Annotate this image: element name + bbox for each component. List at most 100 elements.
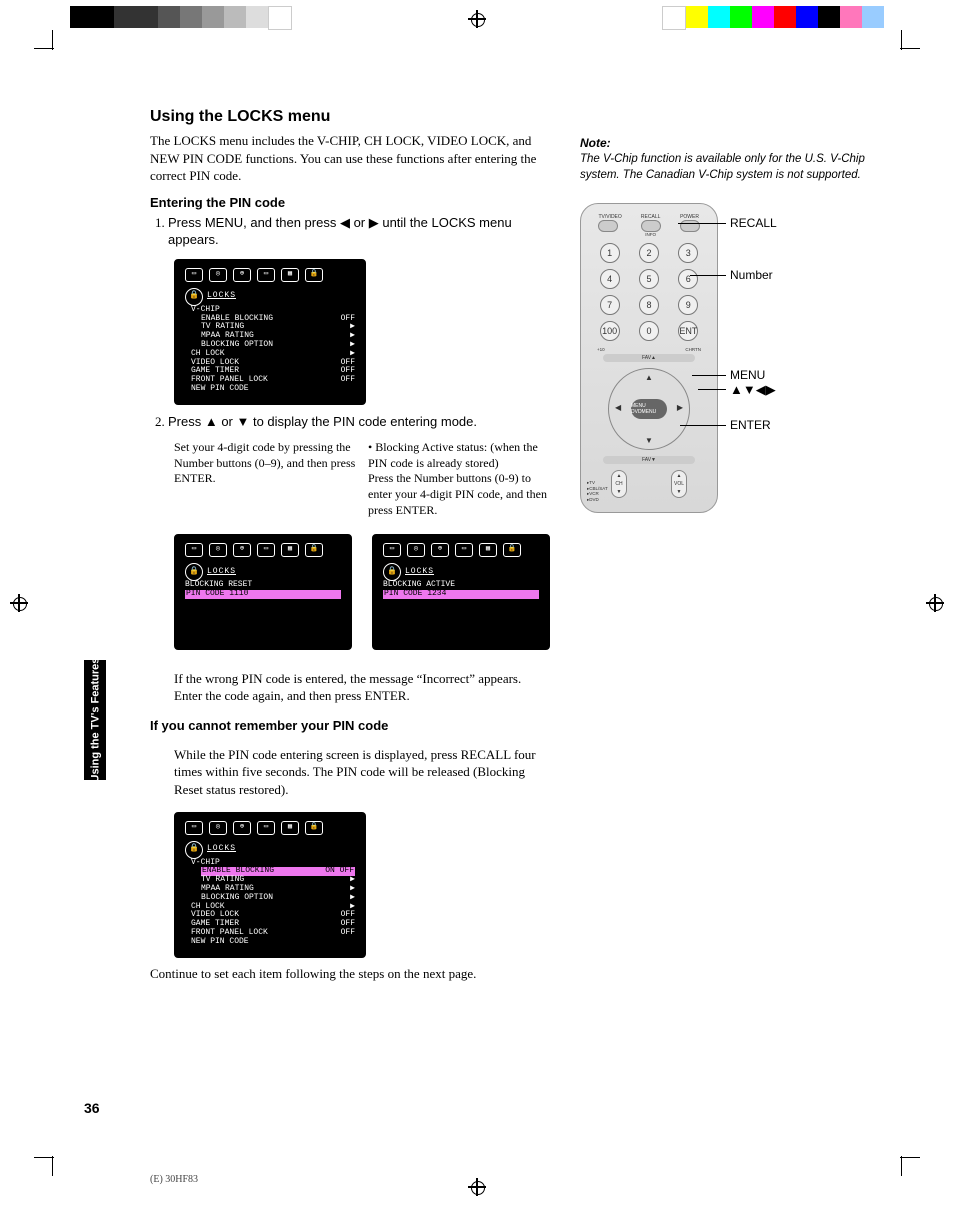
number-button-4: 4 (600, 269, 620, 289)
lock-icon: 🔒 (185, 288, 203, 306)
section-title: Using the LOCKS menu (150, 108, 550, 126)
ch-rocker: ▲CH▼ (611, 470, 627, 498)
number-button-100: 100 (600, 321, 620, 341)
callout-number: Number (730, 268, 773, 282)
osd-blocking-active: ▭◎⊕▭▦🔒 🔒 LOCKS BLOCKING ACTIVE PIN CODE … (372, 534, 550, 650)
left-arrow-icon: ◀ (615, 403, 621, 412)
osd-blocking-reset: ▭◎⊕▭▦🔒 🔒 LOCKS BLOCKING RESET PIN CODE 1… (174, 534, 352, 650)
continue-text: Continue to set each item following the … (150, 966, 550, 982)
step-1: Press MENU, and then press ◀ or ▶ until … (168, 214, 550, 249)
osd-icon: ▭ (257, 268, 275, 282)
osd-screen-locks-menu: ▭ ◎ ⊕ ▭ ▦ 🔒 🔒 LOCKS V-CHIPENABLE BLOCKIN… (174, 259, 366, 405)
osd-icon: ◎ (209, 268, 227, 282)
right-arrow-icon: ▶ (677, 403, 683, 412)
manual-page: Using the TV's Features 36 (E) 30HF83 Us… (0, 0, 954, 1206)
up-arrow-icon: ▲ (645, 373, 653, 382)
lock-icon: 🔒 (305, 268, 323, 282)
subhead-forgot-pin: If you cannot remember your PIN code (150, 718, 550, 733)
registration-mark-top (468, 10, 486, 28)
chapter-tab: Using the TV's Features (84, 660, 106, 780)
crop-mark (52, 1156, 53, 1176)
page-number: 36 (84, 1100, 100, 1116)
page-content: Using the LOCKS menu The LOCKS menu incl… (150, 108, 870, 995)
step-2: Press ▲ or ▼ to display the PIN code ent… (168, 413, 550, 431)
crop-mark (34, 48, 54, 49)
lock-icon: 🔒 (383, 563, 401, 581)
crop-mark (900, 1157, 920, 1158)
left-column: Using the LOCKS menu The LOCKS menu incl… (150, 108, 550, 995)
lock-icon: 🔒 (185, 563, 203, 581)
number-button-0: 0 (639, 321, 659, 341)
colorbar-color (662, 6, 884, 30)
right-column: Note: The V-Chip function is available o… (580, 108, 870, 513)
forgot-pin-body: While the PIN code entering screen is di… (174, 746, 550, 799)
callout-line (698, 389, 726, 390)
wrong-pin-text: If the wrong PIN code is entered, the me… (174, 670, 550, 705)
recall-button (641, 220, 661, 232)
number-pad: 123 456 789 100 0 ENT (593, 243, 705, 341)
power-button (680, 220, 700, 232)
number-button-ENT: ENT (678, 321, 698, 341)
number-button-2: 2 (639, 243, 659, 263)
vol-rocker: ▲VOL▼ (671, 470, 687, 498)
mode-labels: ▸TV ▸CBL/SAT ▸VCR ▸DVD (587, 480, 608, 502)
crop-mark (52, 30, 53, 50)
down-arrow-icon: ▼ (645, 436, 653, 445)
osd-title: LOCKS (207, 292, 236, 301)
remote-label-plus10: +10 (597, 347, 605, 352)
number-button-3: 3 (678, 243, 698, 263)
registration-mark-bottom (468, 1178, 486, 1196)
dpad: ▲ ▼ ◀ ▶ MENU DVDMENU (608, 368, 690, 450)
step2-substeps: Set your 4-digit code by pressing the Nu… (174, 440, 550, 518)
callout-line (680, 425, 726, 426)
colorbar-grayscale (70, 6, 292, 30)
number-button-1: 1 (600, 243, 620, 263)
remote-label-recall: RECALL (641, 214, 660, 220)
osd-pin-line: PIN CODE 1234 (383, 590, 539, 599)
number-button-8: 8 (639, 295, 659, 315)
chapter-tab-label: Using the TV's Features (89, 658, 101, 783)
osd-menu-lines: V-CHIPENABLE BLOCKINGOFFTV RATING▶MPAA R… (185, 306, 355, 394)
footer-model-code: (E) 30HF83 (150, 1174, 198, 1185)
callout-arrows: ▲▼◀▶ (730, 382, 776, 398)
registration-mark-right (926, 594, 944, 612)
osd-tab-icons: ▭ ◎ ⊕ ▭ ▦ 🔒 (185, 268, 355, 282)
fav-down-button: FAV▼ (603, 456, 695, 464)
set-code-text: Set your 4-digit code by pressing the Nu… (174, 440, 356, 518)
osd-pin-line: PIN CODE 1110 (185, 590, 341, 599)
callout-line (690, 275, 726, 276)
number-button-5: 5 (639, 269, 659, 289)
number-button-9: 9 (678, 295, 698, 315)
menu-button: MENU DVDMENU (631, 399, 667, 419)
blocking-active-text: • Blocking Active status: (when the PIN … (368, 440, 550, 518)
remote-diagram: TV/VIDEO RECALLINFO POWER 1234567891000E… (580, 203, 870, 513)
registration-mark-left (10, 594, 28, 612)
osd-screens-row: ▭◎⊕▭▦🔒 🔒 LOCKS BLOCKING RESET PIN CODE 1… (174, 528, 550, 658)
number-button-6: 6 (678, 269, 698, 289)
steps-list: Press MENU, and then press ◀ or ▶ until … (168, 214, 550, 249)
callout-enter: ENTER (730, 418, 771, 432)
callout-menu: MENU (730, 368, 765, 382)
fav-up-button: FAV▲ (603, 354, 695, 362)
intro-paragraph: The LOCKS menu includes the V-CHIP, CH L… (150, 132, 550, 185)
note-heading: Note: (580, 136, 870, 150)
osd-screen-locks-menu-2: ▭◎⊕▭▦🔒 🔒 LOCKS V-CHIPENABLE BLOCKINGON O… (174, 812, 366, 958)
osd-icon: ▭ (185, 268, 203, 282)
remote-label-power: POWER (680, 214, 699, 220)
crop-mark (901, 30, 902, 50)
number-button-7: 7 (600, 295, 620, 315)
remote-label-info: INFO (641, 232, 661, 237)
tvvideo-button (598, 220, 618, 232)
osd-icon: ⊕ (233, 268, 251, 282)
crop-mark (901, 1156, 902, 1176)
steps-list: Press ▲ or ▼ to display the PIN code ent… (168, 413, 550, 431)
osd-icon: ▦ (281, 268, 299, 282)
crop-mark (34, 1157, 54, 1158)
remote-control: TV/VIDEO RECALL INFO POWER 123 456 789 100 0E… (580, 203, 718, 513)
osd-menu-lines: V-CHIPENABLE BLOCKINGON OFFTV RATING▶MPA… (185, 859, 355, 947)
callout-line (692, 375, 726, 376)
callout-line (678, 223, 726, 224)
subhead-entering-pin: Entering the PIN code (150, 195, 550, 210)
remote-label-tvvideo: TV/VIDEO (598, 214, 621, 220)
lock-icon: 🔒 (185, 841, 203, 859)
